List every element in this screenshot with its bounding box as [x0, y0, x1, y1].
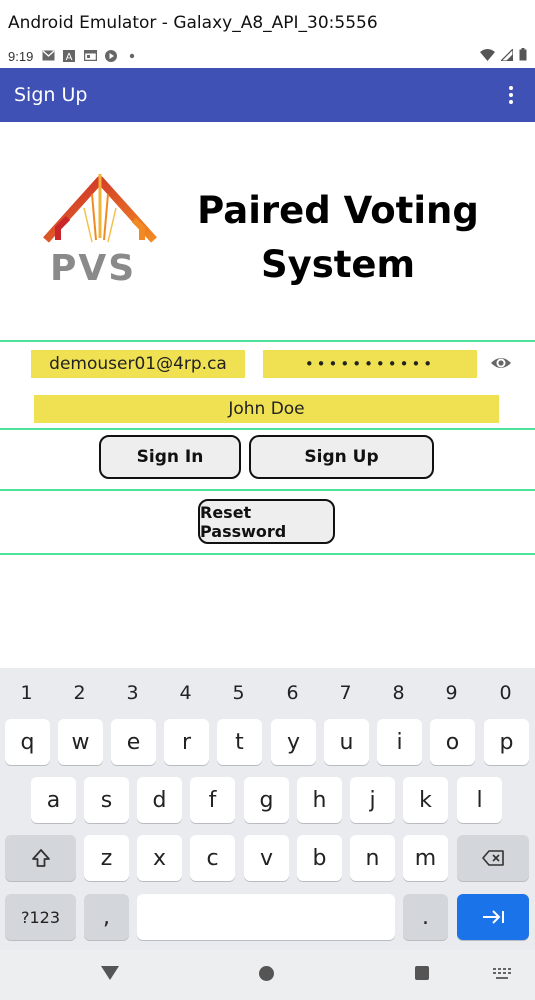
key-2[interactable]: 2 — [58, 676, 101, 710]
eye-icon[interactable] — [490, 352, 512, 374]
password-field[interactable]: ••••••••••• — [263, 350, 477, 378]
app-bar-title: Sign Up — [14, 84, 88, 106]
key-x[interactable]: x — [137, 835, 182, 881]
app-title-line1: Paired Voting — [197, 189, 479, 232]
key-e[interactable]: e — [111, 719, 156, 765]
key-t[interactable]: t — [217, 719, 262, 765]
app-bar: Sign Up — [0, 68, 535, 122]
soft-keyboard: 1 2 3 4 5 6 7 8 9 0 q w e r t y u i o p … — [0, 668, 535, 950]
key-b[interactable]: b — [297, 835, 342, 881]
calendar-icon — [83, 49, 98, 62]
tab-next-icon — [483, 910, 504, 924]
status-bar: 9:19 A — [0, 44, 535, 68]
separator-line — [0, 489, 535, 491]
key-h[interactable]: h — [297, 777, 342, 823]
key-9[interactable]: 9 — [430, 676, 473, 710]
key-s[interactable]: s — [84, 777, 129, 823]
status-time: 9:19 — [8, 48, 34, 64]
email-field[interactable]: demouser01@4rp.ca — [31, 350, 245, 378]
key-q[interactable]: q — [5, 719, 50, 765]
key-v[interactable]: v — [244, 835, 289, 881]
key-u[interactable]: u — [324, 719, 369, 765]
space-key[interactable] — [137, 894, 395, 940]
shift-icon — [31, 849, 50, 867]
next-key[interactable] — [457, 894, 529, 940]
keyboard-switch-icon[interactable] — [493, 968, 511, 980]
key-z[interactable]: z — [84, 835, 129, 881]
a-icon: A — [62, 50, 76, 63]
separator-line — [0, 553, 535, 555]
play-icon — [104, 50, 118, 62]
back-icon[interactable] — [101, 966, 119, 980]
period-key[interactable]: . — [403, 894, 448, 940]
key-a[interactable]: a — [31, 777, 76, 823]
key-r[interactable]: r — [164, 719, 209, 765]
signal-icon — [499, 46, 514, 64]
key-p[interactable]: p — [484, 719, 529, 765]
sign-in-button[interactable]: Sign In — [99, 435, 241, 479]
recents-icon[interactable] — [415, 966, 429, 980]
symbols-key[interactable]: ?123 — [5, 894, 76, 940]
key-l[interactable]: l — [457, 777, 502, 823]
key-c[interactable]: c — [190, 835, 235, 881]
key-4[interactable]: 4 — [164, 676, 207, 710]
key-i[interactable]: i — [377, 719, 422, 765]
more-vert-icon[interactable] — [501, 80, 521, 110]
svg-text:A: A — [66, 52, 73, 62]
shift-key[interactable] — [5, 835, 76, 881]
wifi-icon — [480, 48, 495, 64]
key-6[interactable]: 6 — [271, 676, 314, 710]
home-icon[interactable] — [259, 966, 274, 981]
key-j[interactable]: j — [350, 777, 395, 823]
key-y[interactable]: y — [271, 719, 316, 765]
key-d[interactable]: d — [137, 777, 182, 823]
app-title-line2: System — [260, 243, 416, 286]
key-5[interactable]: 5 — [217, 676, 260, 710]
mail-icon — [41, 50, 55, 62]
key-8[interactable]: 8 — [377, 676, 420, 710]
backspace-icon — [482, 850, 504, 866]
key-0[interactable]: 0 — [484, 676, 527, 710]
key-1[interactable]: 1 — [5, 676, 48, 710]
dot-icon — [125, 50, 139, 62]
key-g[interactable]: g — [244, 777, 289, 823]
logo-text: PVS — [50, 248, 137, 289]
key-k[interactable]: k — [403, 777, 448, 823]
separator-line — [0, 340, 535, 342]
key-n[interactable]: n — [350, 835, 395, 881]
reset-password-button[interactable]: Reset Password — [198, 499, 335, 544]
window-title: Android Emulator - Galaxy_A8_API_30:5556 — [0, 0, 535, 44]
app-title: Paired Voting System — [188, 184, 488, 292]
key-3[interactable]: 3 — [111, 676, 154, 710]
key-m[interactable]: m — [403, 835, 448, 881]
key-f[interactable]: f — [190, 777, 235, 823]
name-field[interactable]: John Doe — [34, 395, 499, 423]
backspace-key[interactable] — [457, 835, 529, 881]
battery-icon — [519, 48, 527, 64]
comma-key[interactable]: , — [84, 894, 129, 940]
key-o[interactable]: o — [430, 719, 475, 765]
separator-line — [0, 428, 535, 430]
sign-up-button[interactable]: Sign Up — [249, 435, 434, 479]
key-w[interactable]: w — [58, 719, 103, 765]
key-7[interactable]: 7 — [324, 676, 367, 710]
